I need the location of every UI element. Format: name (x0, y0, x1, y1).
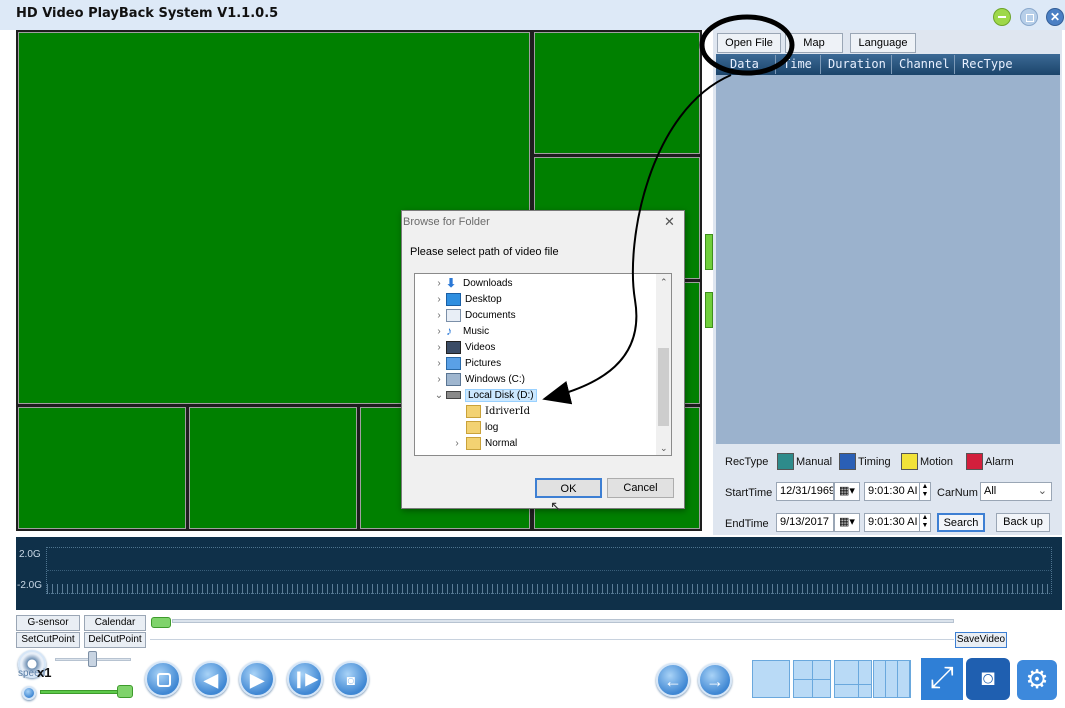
annotation-arrow (542, 74, 732, 405)
highlight-ellipse (699, 14, 795, 76)
annotation-overlay (542, 14, 795, 405)
